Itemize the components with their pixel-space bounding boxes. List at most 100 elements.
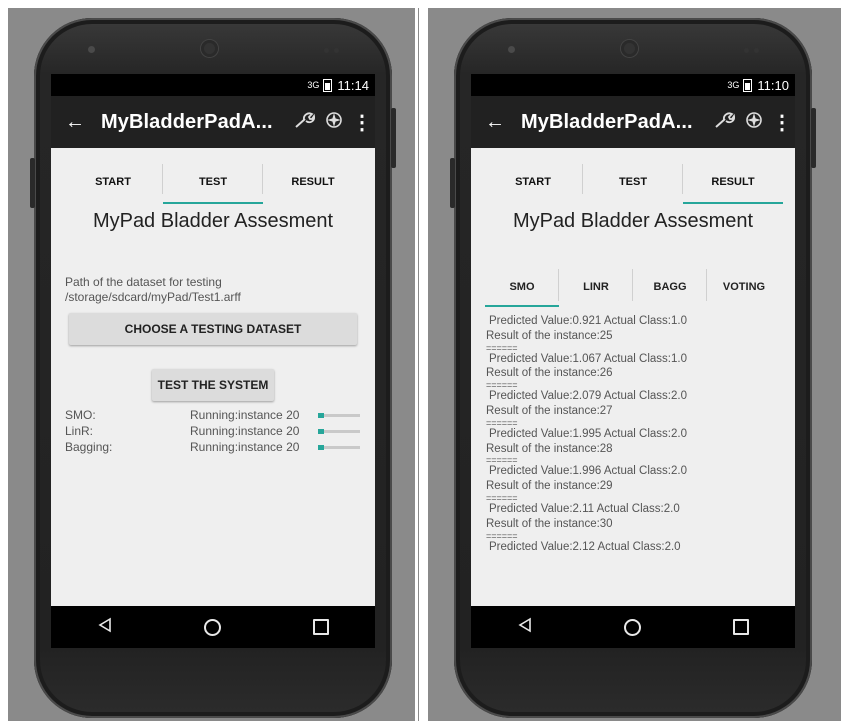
status-bar: 3G 11:10 [471, 74, 795, 96]
results-text: Predicted Value:0.921 Actual Class:1.0 Re… [486, 314, 795, 554]
result-line: Result of the instance:25 [486, 329, 613, 342]
page-heading: MyPad Bladder Assesment [512, 210, 754, 232]
status-time: 11:10 [757, 77, 789, 93]
algorithm-tabs: SMO LINR BAGG VOTING [471, 267, 795, 307]
recents-square-icon[interactable] [733, 619, 750, 635]
tab-result[interactable]: RESULT [683, 160, 783, 204]
tab-bagg[interactable]: BAGG [633, 267, 707, 307]
result-line: Predicted Value:2.11 Actual Class:2.0 [489, 502, 680, 515]
tab-start[interactable]: START [483, 160, 583, 204]
right-screenshot-panel: 3G 11:10 ← MyBladderPadA... ⋮ START TEST… [428, 8, 841, 721]
result-line: Predicted Value:1.067 Actual Class:1.0 [489, 352, 687, 365]
progress-bar [318, 428, 360, 434]
left-screenshot-panel: 3G 11:14 ← MyBladderPadA... ⋮ START TEST… [8, 8, 419, 721]
signal-icon: 3G [727, 80, 740, 90]
more-vert-icon[interactable]: ⋮ [349, 110, 375, 135]
sensor-dot [754, 48, 759, 53]
main-tabs: START TEST RESULT [51, 160, 375, 204]
panel-divider [415, 8, 418, 721]
app-title: MyBladderPadA... [101, 110, 273, 133]
tab-voting[interactable]: VOTING [707, 267, 781, 307]
progress-fill [318, 428, 325, 434]
tab-start[interactable]: START [63, 160, 163, 204]
dataset-path-section: Path of the dataset for testing /storage… [65, 275, 375, 305]
result-line: ====== [486, 342, 518, 353]
algorithm-name: LinR: [65, 424, 94, 438]
sensor-dot [334, 48, 339, 53]
result-line: Predicted Value:1.996 Actual Class:2.0 [489, 465, 687, 478]
app-bar: ← MyBladderPadA... ⋮ [51, 96, 375, 148]
battery-icon [323, 78, 333, 92]
phone-frame-left: 3G 11:14 ← MyBladderPadA... ⋮ START TEST… [30, 18, 396, 718]
algorithm-row-bagging: Bagging: Running:instance 20 [65, 439, 375, 455]
recents-square-icon[interactable] [313, 619, 330, 635]
wrench-icon[interactable] [709, 111, 739, 134]
tab-result[interactable]: RESULT [263, 160, 363, 204]
tab-linr[interactable]: LINR [559, 267, 633, 307]
result-line: ====== [486, 380, 518, 391]
front-camera [201, 40, 218, 57]
result-line: Predicted Value:2.12 Actual Class:2.0 [489, 540, 681, 553]
algorithm-status-list: SMO: Running:instance 20 LinR: Running:i… [65, 407, 375, 455]
app-bar: ← MyBladderPadA... ⋮ [471, 96, 795, 148]
app-title: MyBladderPadA... [521, 110, 693, 133]
result-line: Result of the instance:28 [486, 442, 613, 455]
status-time: 11:14 [337, 77, 369, 93]
algorithm-row-smo: SMO: Running:instance 20 [65, 407, 375, 423]
result-line: ====== [486, 455, 518, 466]
sensor-dot [88, 46, 95, 53]
progress-bar [318, 412, 360, 418]
result-line: Result of the instance:29 [486, 480, 613, 493]
back-triangle-icon[interactable] [517, 617, 533, 638]
algorithm-status: Running:instance 20 [190, 440, 300, 454]
sensor-dot [324, 48, 329, 53]
phone-frame-right: 3G 11:10 ← MyBladderPadA... ⋮ START TEST… [450, 18, 816, 718]
front-camera [621, 40, 638, 57]
phone-screen-right: 3G 11:10 ← MyBladderPadA... ⋮ START TEST… [471, 74, 795, 648]
result-line: Result of the instance:27 [486, 404, 613, 417]
algorithm-row-linr: LinR: Running:instance 20 [65, 423, 375, 439]
more-vert-icon[interactable]: ⋮ [769, 110, 795, 135]
compass-icon[interactable] [319, 111, 349, 134]
system-nav-bar [51, 606, 375, 648]
power-button [450, 158, 455, 208]
sensor-dot [508, 46, 515, 53]
result-line: Predicted Value:0.921 Actual Class:1.0 [489, 315, 687, 327]
back-triangle-icon[interactable] [97, 617, 113, 638]
home-circle-icon[interactable] [204, 618, 222, 636]
progress-bar [318, 444, 360, 450]
arrow-left-icon[interactable]: ← [65, 111, 87, 134]
result-line: Result of the instance:30 [486, 517, 613, 530]
dataset-path-value: /storage/sdcard/myPad/Test1.arff [65, 290, 241, 304]
arrow-left-icon[interactable]: ← [485, 111, 507, 134]
signal-icon: 3G [307, 80, 320, 90]
status-bar: 3G 11:14 [51, 74, 375, 96]
volume-button [811, 108, 816, 168]
result-line: ====== [486, 417, 518, 428]
progress-fill [318, 412, 325, 418]
wrench-icon[interactable] [289, 111, 319, 134]
test-system-button[interactable]: TEST THE SYSTEM [152, 369, 274, 401]
tab-test[interactable]: TEST [583, 160, 683, 204]
dataset-path-label: Path of the dataset for testing [65, 275, 222, 289]
progress-fill [318, 444, 325, 450]
page-heading: MyPad Bladder Assesment [92, 210, 334, 232]
algorithm-name: SMO: [65, 408, 96, 422]
tab-smo[interactable]: SMO [485, 267, 559, 307]
battery-icon [743, 78, 753, 92]
phone-screen-left: 3G 11:14 ← MyBladderPadA... ⋮ START TEST… [51, 74, 375, 648]
sensor-dot [744, 48, 749, 53]
compass-icon[interactable] [739, 111, 769, 134]
result-line: Result of the instance:26 [486, 367, 613, 380]
algorithm-name: Bagging: [65, 440, 113, 454]
tab-test[interactable]: TEST [163, 160, 263, 204]
system-nav-bar [471, 606, 795, 648]
result-line: ====== [486, 492, 518, 503]
result-line: Predicted Value:1.995 Actual Class:2.0 [489, 427, 687, 440]
home-circle-icon[interactable] [624, 618, 642, 636]
choose-dataset-button[interactable]: CHOOSE A TESTING DATASET [69, 313, 357, 345]
result-line: Predicted Value:2.079 Actual Class:2.0 [489, 390, 687, 403]
volume-button [391, 108, 396, 168]
main-tabs: START TEST RESULT [471, 160, 795, 204]
algorithm-status: Running:instance 20 [190, 408, 300, 422]
